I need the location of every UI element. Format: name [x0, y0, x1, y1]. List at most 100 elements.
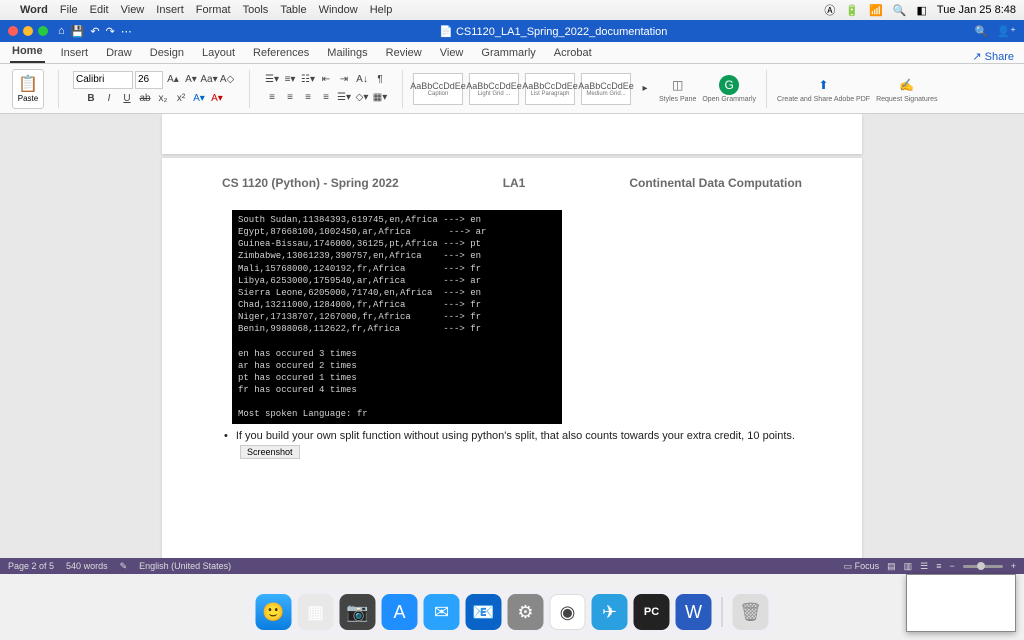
- outline-view-button[interactable]: ☰: [920, 561, 928, 572]
- settings-app-icon[interactable]: ⚙: [508, 594, 544, 630]
- signatures-button[interactable]: ✍Request Signatures: [876, 75, 937, 103]
- menu-file[interactable]: File: [60, 4, 78, 16]
- telegram-app-icon[interactable]: ✈: [592, 594, 628, 630]
- focus-mode-button[interactable]: ▭ Focus: [844, 561, 880, 572]
- multilevel-button[interactable]: ☷▾: [300, 72, 316, 88]
- document-area[interactable]: CS 1120 (Python) - Spring 2022 LA1 Conti…: [0, 114, 1024, 558]
- bold-button[interactable]: B: [83, 91, 99, 107]
- bullet-para[interactable]: • If you build your own split function w…: [222, 430, 802, 442]
- page-count[interactable]: Page 2 of 5: [8, 561, 54, 571]
- share-button[interactable]: ↗ Share: [972, 50, 1014, 63]
- menu-insert[interactable]: Insert: [156, 4, 184, 16]
- tab-references[interactable]: References: [251, 43, 311, 63]
- page-current[interactable]: CS 1120 (Python) - Spring 2022 LA1 Conti…: [162, 158, 862, 558]
- trash-icon[interactable]: 🗑: [733, 594, 769, 630]
- style-list-paragraph[interactable]: AaBbCcDdEeList Paragraph: [525, 73, 575, 105]
- grammarly-button[interactable]: GOpen Grammarly: [702, 75, 756, 103]
- styles-more-button[interactable]: ▸: [637, 81, 653, 97]
- launchpad-app-icon[interactable]: ▦: [298, 594, 334, 630]
- align-left-button[interactable]: ≡: [264, 90, 280, 106]
- tab-insert[interactable]: Insert: [59, 43, 91, 63]
- subscript-button[interactable]: x₂: [155, 91, 171, 107]
- shading-button[interactable]: ◇▾: [354, 90, 370, 106]
- italic-button[interactable]: I: [101, 91, 117, 107]
- menu-window[interactable]: Window: [319, 4, 358, 16]
- numbering-button[interactable]: ≡▾: [282, 72, 298, 88]
- close-window-button[interactable]: [8, 26, 18, 36]
- zoom-in-button[interactable]: +: [1011, 561, 1016, 571]
- tab-home[interactable]: Home: [10, 41, 45, 63]
- menu-format[interactable]: Format: [196, 4, 231, 16]
- word-app-icon[interactable]: W: [676, 594, 712, 630]
- tab-draw[interactable]: Draw: [104, 43, 134, 63]
- adobe-pdf-button[interactable]: ⬆Create and Share Adobe PDF: [777, 75, 870, 103]
- font-color-button[interactable]: A▾: [209, 91, 225, 107]
- web-layout-view-button[interactable]: ▥: [904, 561, 913, 572]
- paste-button[interactable]: 📋 Paste: [12, 69, 44, 109]
- tab-acrobat[interactable]: Acrobat: [552, 43, 594, 63]
- more-qat-icon[interactable]: ⋯: [121, 25, 132, 38]
- finder-app-icon[interactable]: 🙂: [256, 594, 292, 630]
- tab-grammarly[interactable]: Grammarly: [479, 43, 537, 63]
- appstore-app-icon[interactable]: A: [382, 594, 418, 630]
- zoom-out-button[interactable]: −: [949, 561, 954, 571]
- page-prev-bottom[interactable]: [162, 114, 862, 154]
- screenshot-app-icon[interactable]: 📷: [340, 594, 376, 630]
- line-spacing-button[interactable]: ☰▾: [336, 90, 352, 106]
- text-highlight-button[interactable]: A▾: [191, 91, 207, 107]
- tab-design[interactable]: Design: [148, 43, 186, 63]
- print-layout-view-button[interactable]: ▤: [887, 561, 896, 572]
- minimize-window-button[interactable]: [23, 26, 33, 36]
- menu-help[interactable]: Help: [370, 4, 393, 16]
- screenshot-label[interactable]: Screenshot: [240, 445, 300, 459]
- menu-edit[interactable]: Edit: [90, 4, 109, 16]
- indent-inc-button[interactable]: ⇥: [336, 72, 352, 88]
- chrome-app-icon[interactable]: ◉: [550, 594, 586, 630]
- strikethrough-button[interactable]: ab: [137, 91, 153, 107]
- align-center-button[interactable]: ≡: [282, 90, 298, 106]
- shrink-font-button[interactable]: A▾: [183, 72, 199, 88]
- menu-view[interactable]: View: [121, 4, 145, 16]
- justify-button[interactable]: ≡: [318, 90, 334, 106]
- sort-button[interactable]: A↓: [354, 72, 370, 88]
- font-name-select[interactable]: [73, 71, 133, 89]
- language[interactable]: English (United States): [139, 561, 231, 571]
- style-light-grid[interactable]: AaBbCcDdEeLight Grid ...: [469, 73, 519, 105]
- battery-icon[interactable]: 🔋: [845, 4, 859, 17]
- app-name[interactable]: Word: [20, 4, 48, 16]
- status-a-icon[interactable]: Ⓐ: [824, 2, 835, 18]
- save-icon[interactable]: 💾: [71, 25, 85, 38]
- draft-view-button[interactable]: ≡: [936, 561, 941, 571]
- clear-format-button[interactable]: A◇: [219, 72, 235, 88]
- align-right-button[interactable]: ≡: [300, 90, 316, 106]
- tab-view[interactable]: View: [438, 43, 466, 63]
- screenshot-thumbnail[interactable]: [906, 574, 1016, 632]
- control-center-icon[interactable]: ◧: [916, 4, 926, 17]
- borders-button[interactable]: ▦▾: [372, 90, 388, 106]
- indent-dec-button[interactable]: ⇤: [318, 72, 334, 88]
- outlook-app-icon[interactable]: 📧: [466, 594, 502, 630]
- spotlight-icon[interactable]: 🔍: [893, 4, 907, 17]
- mail-app-icon[interactable]: ✉: [424, 594, 460, 630]
- font-size-select[interactable]: [135, 71, 163, 89]
- menu-tools[interactable]: Tools: [243, 4, 269, 16]
- zoom-window-button[interactable]: [38, 26, 48, 36]
- tab-layout[interactable]: Layout: [200, 43, 237, 63]
- word-count[interactable]: 540 words: [66, 561, 108, 571]
- change-case-button[interactable]: Aa▾: [201, 72, 217, 88]
- wifi-icon[interactable]: 📶: [869, 4, 883, 17]
- superscript-button[interactable]: x²: [173, 91, 189, 107]
- home-icon[interactable]: ⌂: [58, 25, 65, 37]
- bullets-button[interactable]: ☰▾: [264, 72, 280, 88]
- pycharm-app-icon[interactable]: PC: [634, 594, 670, 630]
- menu-table[interactable]: Table: [280, 4, 306, 16]
- show-marks-button[interactable]: ¶: [372, 72, 388, 88]
- style-caption[interactable]: AaBbCcDdEeCaption: [413, 73, 463, 105]
- undo-icon[interactable]: ↶: [90, 25, 99, 38]
- tab-mailings[interactable]: Mailings: [325, 43, 369, 63]
- redo-icon[interactable]: ↷: [106, 25, 115, 38]
- spell-check-icon[interactable]: ✎: [120, 561, 128, 572]
- clock[interactable]: Tue Jan 25 8:48: [937, 4, 1016, 16]
- search-doc-icon[interactable]: 🔍: [975, 25, 989, 38]
- styles-pane-button[interactable]: ◫Styles Pane: [659, 75, 696, 103]
